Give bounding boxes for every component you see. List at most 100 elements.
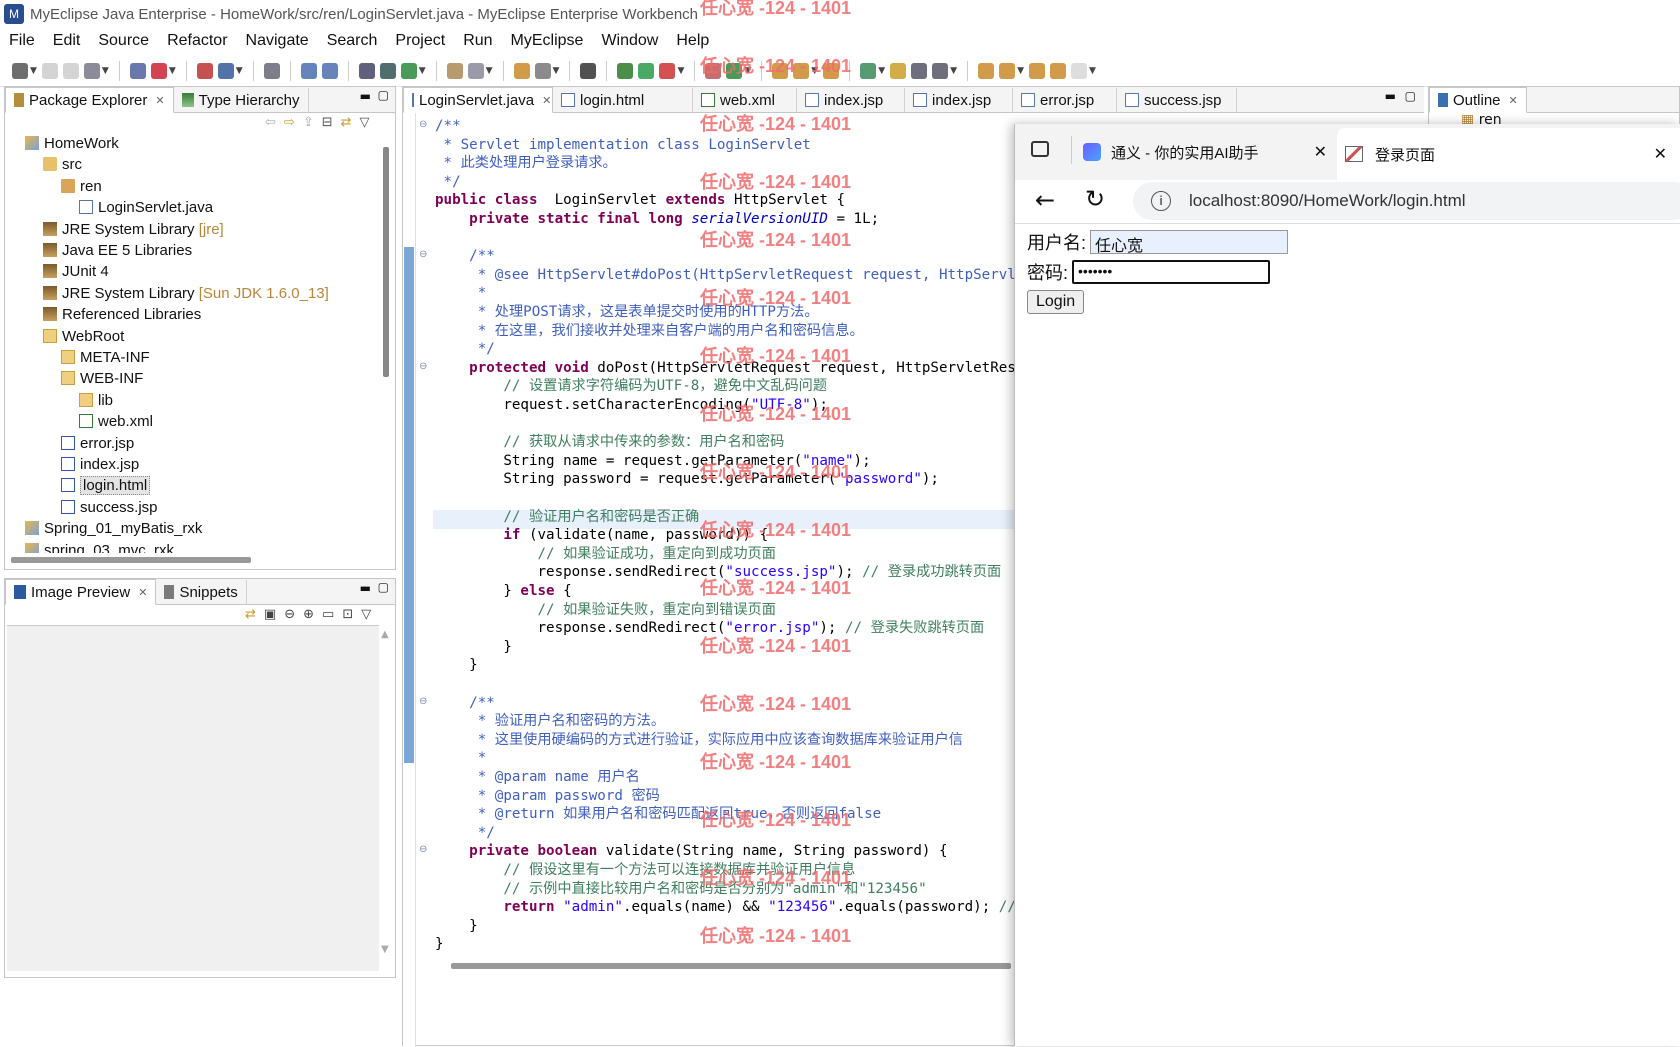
back-icon[interactable] xyxy=(1028,62,1045,79)
external-tools-icon[interactable] xyxy=(726,62,743,79)
url-field[interactable]: i localhost:8090/HomeWork/login.html xyxy=(1133,182,1680,220)
menu-file[interactable]: File xyxy=(0,32,44,50)
zoom-in-icon[interactable]: ⊕ xyxy=(303,607,314,622)
run-globe-icon[interactable] xyxy=(400,62,417,79)
tree-item[interactable]: Java EE 5 Libraries xyxy=(43,240,192,262)
tree-item[interactable]: error.jsp xyxy=(61,433,134,455)
screenshot-icon[interactable] xyxy=(580,62,597,79)
forward-arrow-icon[interactable]: ⇨ xyxy=(284,115,295,130)
tab-actions-icon[interactable] xyxy=(1031,141,1049,157)
fold-icon[interactable] xyxy=(823,62,840,79)
next-annotation-icon[interactable] xyxy=(978,62,995,79)
editor-tab-index-jsp[interactable]: index.jsp xyxy=(905,88,1013,112)
new-web-icon[interactable] xyxy=(129,62,146,79)
collapse-all-icon[interactable]: ⊟ xyxy=(322,115,333,130)
menu-project[interactable]: Project xyxy=(386,32,454,50)
open-perspective-icon[interactable] xyxy=(358,62,375,79)
tree-item[interactable]: WEB-INF xyxy=(61,368,143,390)
dropdown-arrow-icon[interactable]: ▼ xyxy=(169,66,176,76)
tree-item[interactable]: WebRoot xyxy=(43,326,124,348)
close-icon[interactable]: ✕ xyxy=(1654,144,1667,164)
file-search-icon[interactable] xyxy=(321,62,338,79)
pen-icon[interactable] xyxy=(793,62,810,79)
tree-item[interactable]: web.xml xyxy=(79,411,153,433)
view-menu-icon[interactable]: ▽ xyxy=(361,607,371,622)
login-button[interactable]: Login xyxy=(1027,290,1085,314)
dropdown-arrow-icon[interactable]: ▼ xyxy=(744,66,751,76)
menu-source[interactable]: Source xyxy=(89,32,158,50)
menu-help[interactable]: Help xyxy=(667,32,718,50)
username-input[interactable]: 任心宽 xyxy=(1090,230,1289,255)
close-icon[interactable]: ✕ xyxy=(542,94,551,107)
browser-icon[interactable] xyxy=(379,62,396,79)
link-editor-icon[interactable]: ⇄ xyxy=(341,115,352,130)
close-icon[interactable]: ✕ xyxy=(1314,142,1327,162)
back-arrow-icon[interactable]: ⇦ xyxy=(265,115,276,130)
run-icon[interactable] xyxy=(638,62,655,79)
tree-item[interactable]: HomeWork xyxy=(25,133,119,155)
open-folder-icon[interactable] xyxy=(772,62,789,79)
tree-item[interactable]: JRE System Library [jre] xyxy=(43,219,224,241)
tree-item[interactable]: index.jsp xyxy=(61,454,139,476)
fold-toggle-icon[interactable]: ⊖ xyxy=(419,119,427,130)
print-icon[interactable] xyxy=(83,62,100,79)
tree-item[interactable]: META-INF xyxy=(61,347,150,369)
menu-myeclipse[interactable]: MyEclipse xyxy=(502,32,593,50)
menu-search[interactable]: Search xyxy=(318,32,387,50)
dropdown-arrow-icon[interactable]: ▼ xyxy=(236,66,243,76)
actual-size-icon[interactable]: ▭ xyxy=(322,607,334,622)
tab-type-hierarchy[interactable]: Type Hierarchy xyxy=(174,88,309,112)
refresh-icon[interactable]: ↻ xyxy=(1085,185,1105,213)
dropdown-arrow-icon[interactable]: ▼ xyxy=(950,66,957,76)
pilcrow-icon[interactable] xyxy=(932,62,949,79)
menu-refactor[interactable]: Refactor xyxy=(158,32,236,50)
editor-horizontal-scrollbar[interactable] xyxy=(451,963,1011,969)
bookmark-icon[interactable] xyxy=(860,62,877,79)
browser-tab-login[interactable]: 登录页面 ✕ xyxy=(1337,128,1680,180)
new-icon[interactable] xyxy=(12,62,28,79)
close-icon[interactable]: ✕ xyxy=(1509,94,1518,107)
tree-item[interactable]: success.jsp xyxy=(61,497,158,519)
tree-item[interactable]: JRE System Library [Sun JDK 1.6.0_13] xyxy=(43,283,329,305)
menu-window[interactable]: Window xyxy=(592,32,667,50)
editor-tab-LoginServlet-java[interactable]: LoginServlet.java ✕ xyxy=(403,87,553,113)
maximize-icon[interactable]: ▢ xyxy=(378,580,389,594)
tab-outline[interactable]: Outline ✕ xyxy=(1429,87,1527,113)
forward-disabled-icon[interactable] xyxy=(1070,62,1087,79)
highlight-icon[interactable] xyxy=(890,62,907,79)
back-arrow-icon[interactable]: ← xyxy=(1035,186,1055,214)
tree-item[interactable]: spring_03_mvc_rxk xyxy=(25,540,174,553)
dropdown-arrow-icon[interactable]: ▼ xyxy=(1017,66,1024,76)
new-package-icon[interactable] xyxy=(534,62,551,79)
fold-toggle-icon[interactable]: ⊖ xyxy=(419,361,427,372)
dropdown-arrow-icon[interactable]: ▼ xyxy=(486,66,493,76)
deploy-icon[interactable] xyxy=(196,62,213,79)
minimize-icon[interactable]: ▬ xyxy=(1385,89,1396,103)
menu-navigate[interactable]: Navigate xyxy=(237,32,318,50)
password-input[interactable]: ••••••• xyxy=(1072,260,1271,284)
server-icon[interactable] xyxy=(217,62,234,79)
dropdown-arrow-icon[interactable]: ▼ xyxy=(419,66,426,76)
minimize-icon[interactable]: ▬ xyxy=(360,89,371,103)
menu-run[interactable]: Run xyxy=(454,32,501,50)
editor-tab-index-jsp[interactable]: index.jsp xyxy=(797,88,905,112)
maximize-icon[interactable]: ▢ xyxy=(378,88,389,102)
forward-icon[interactable] xyxy=(1049,62,1066,79)
tree-item[interactable]: ren xyxy=(61,176,102,198)
tree-horizontal-scrollbar[interactable] xyxy=(11,557,251,563)
save-icon[interactable] xyxy=(41,62,58,79)
editor-tab-success-jsp[interactable]: success.jsp xyxy=(1117,88,1237,112)
tree-vertical-scrollbar[interactable] xyxy=(383,147,389,377)
prev-annotation-icon[interactable] xyxy=(999,62,1016,79)
editor-tab-error-jsp[interactable]: error.jsp xyxy=(1013,88,1117,112)
dropdown-arrow-icon[interactable]: ▼ xyxy=(102,66,109,76)
close-icon[interactable]: ✕ xyxy=(155,94,164,107)
view-menu-icon[interactable]: ▽ xyxy=(360,115,370,130)
close-icon[interactable]: ✕ xyxy=(138,586,147,599)
editor-tab-web-xml[interactable]: web.xml xyxy=(693,88,797,112)
run-ext-icon[interactable] xyxy=(659,62,676,79)
dropdown-arrow-icon[interactable]: ▼ xyxy=(878,66,885,76)
tab-snippets[interactable]: Snippets xyxy=(156,580,247,604)
up-icon[interactable]: ⇪ xyxy=(303,115,314,130)
link-icon[interactable]: ⇄ xyxy=(245,607,256,622)
